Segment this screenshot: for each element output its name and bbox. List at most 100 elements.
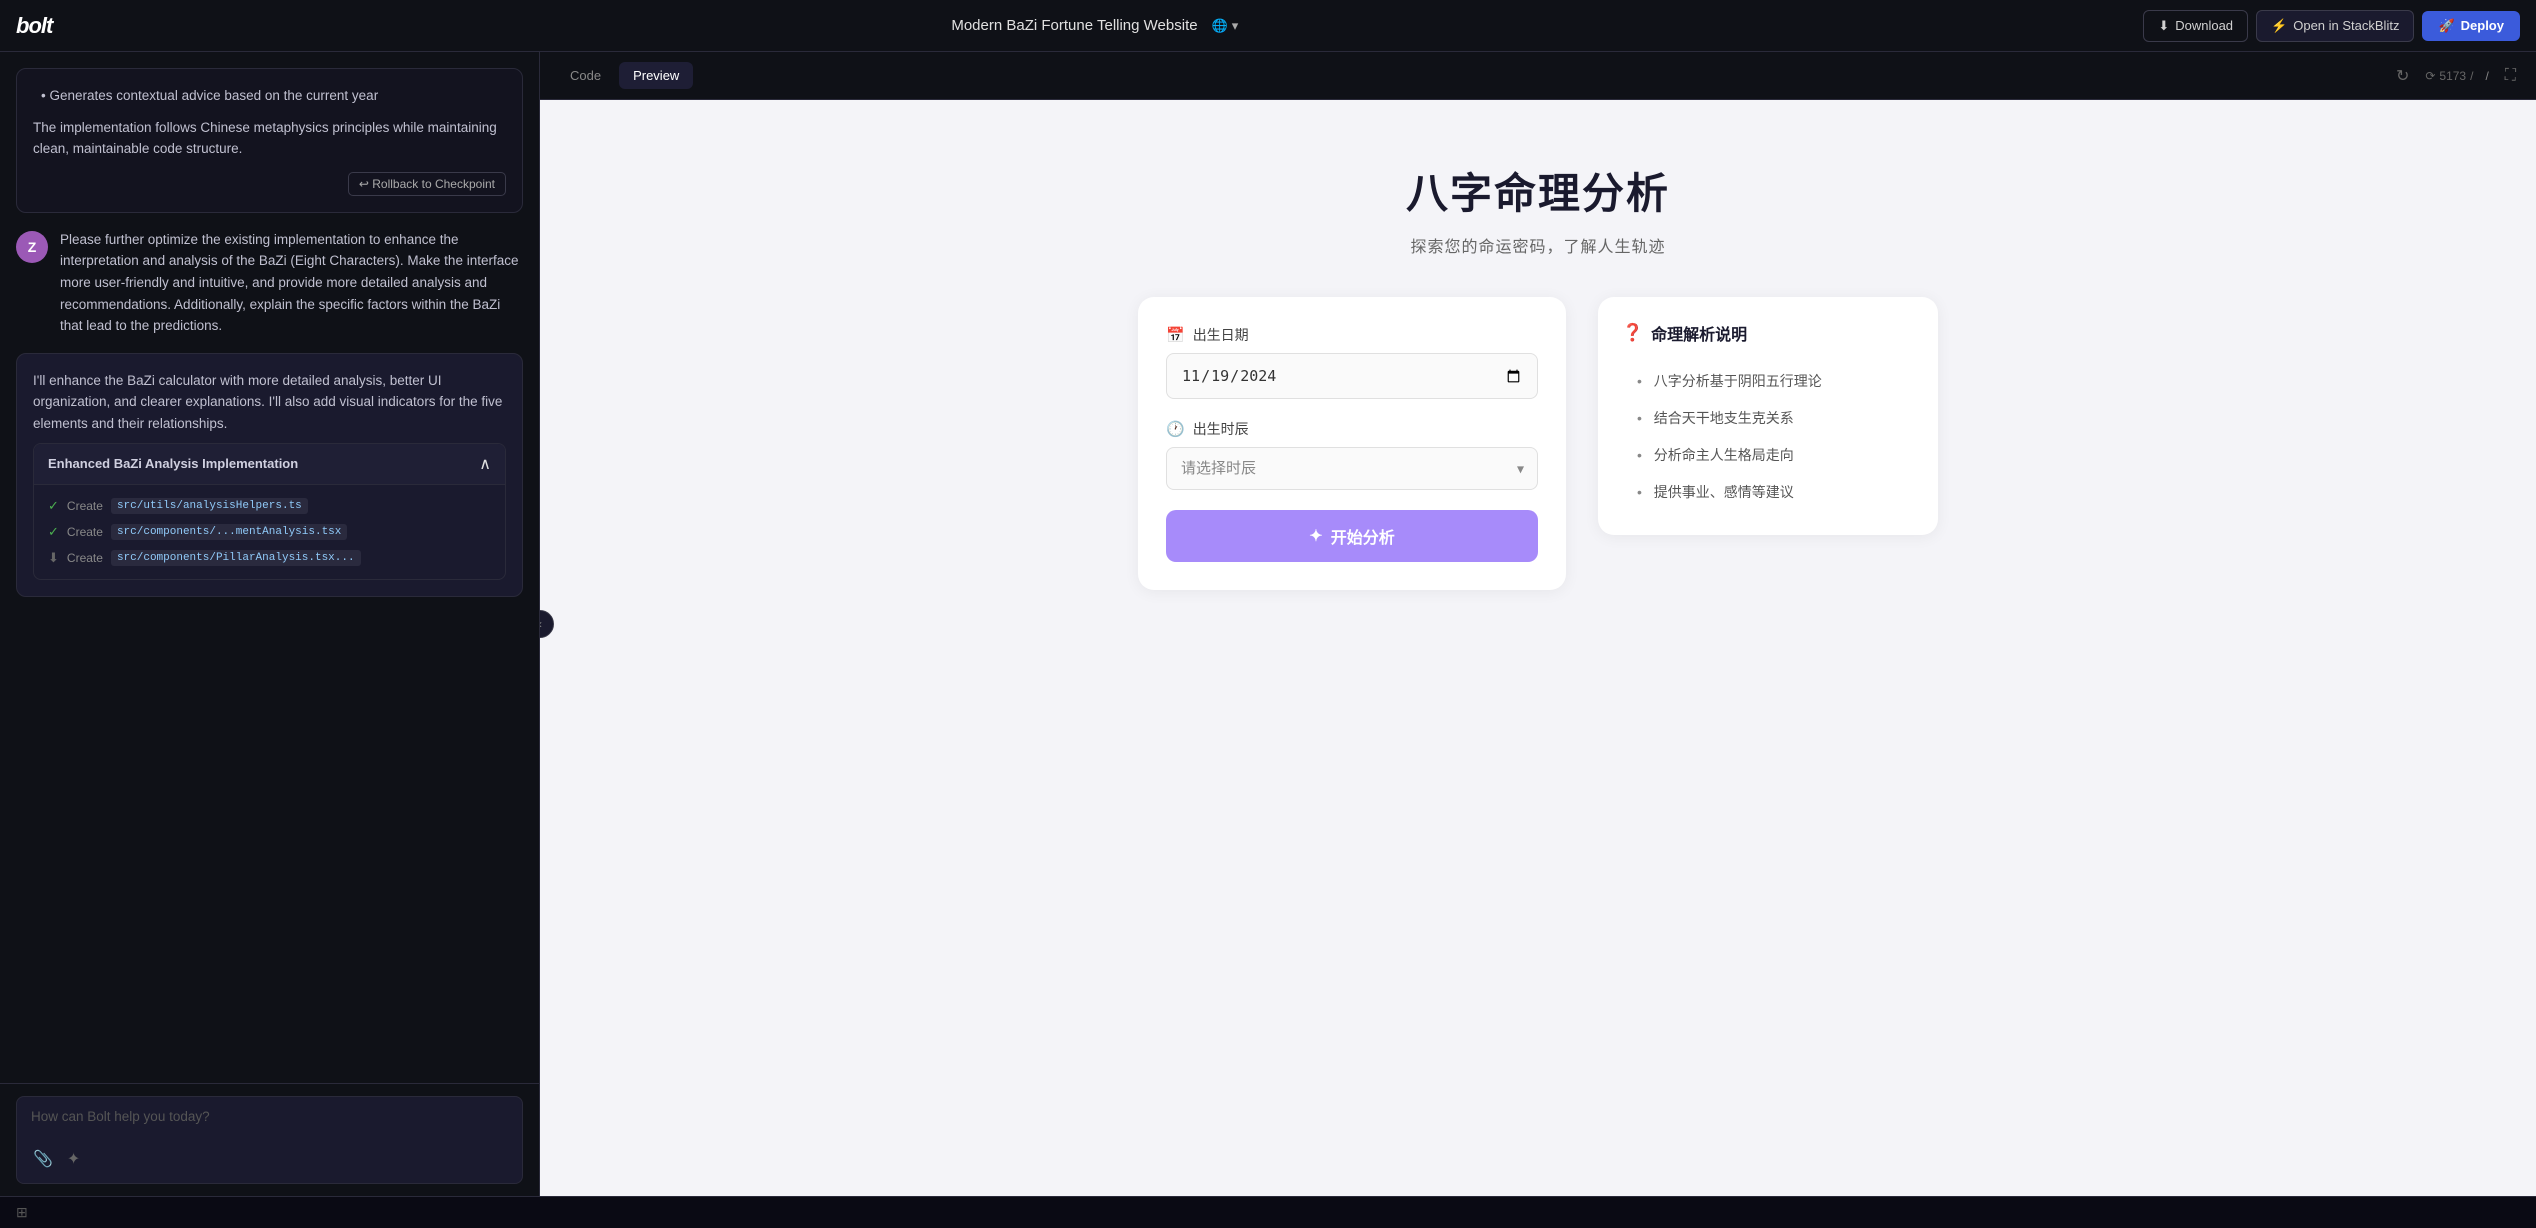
bazi-form-card: 📅 出生日期 🕐 出生时辰 xyxy=(1138,297,1566,590)
info-title-icon: ❓ xyxy=(1622,323,1643,343)
user-text: Please further optimize the existing imp… xyxy=(60,229,523,337)
token-separator: / xyxy=(2470,69,2473,83)
chat-input-area: 📎 ✦ xyxy=(0,1083,539,1196)
tab-code[interactable]: Code xyxy=(556,62,615,89)
lightning-icon: ⚡ xyxy=(2271,18,2287,34)
date-icon: 📅 xyxy=(1166,326,1185,344)
stackblitz-button[interactable]: ⚡ Open in StackBlitz xyxy=(2256,10,2414,42)
date-input[interactable] xyxy=(1166,353,1538,399)
implementation-block: Enhanced BaZi Analysis Implementation ∧ … xyxy=(33,443,506,580)
download-icon: ⬇ xyxy=(2158,18,2169,34)
implementation-header[interactable]: Enhanced BaZi Analysis Implementation ∧ xyxy=(34,444,505,485)
token-value: 5173 xyxy=(2439,69,2466,83)
download-button[interactable]: ⬇ Download xyxy=(2143,10,2248,42)
chat-input-box: 📎 ✦ xyxy=(16,1096,523,1184)
ai-response-text: I'll enhance the BaZi calculator with mo… xyxy=(33,370,506,435)
chevron-down-icon: ▾ xyxy=(1232,18,1239,34)
preview-panel-wrapper: ‹ Code Preview ↻ ⟳ xyxy=(540,52,2536,1196)
bazi-info-card: ❓ 命理解析说明 八字分析基于阴阳五行理论 结合天干地支生克关系 分析命主人生格… xyxy=(1598,297,1938,535)
bolt-logo: bolt xyxy=(16,13,52,39)
attachment-icon: 📎 xyxy=(33,1151,53,1168)
topbar-center: Modern BaZi Fortune Telling Website 🌐 ▾ xyxy=(951,14,1244,38)
download-label: Download xyxy=(2175,18,2233,33)
bottom-bar: ⊞ xyxy=(0,1196,2536,1228)
chat-input-bottom: 📎 ✦ xyxy=(31,1147,508,1171)
analyze-button[interactable]: ✦ 开始分析 xyxy=(1166,510,1538,562)
chat-input[interactable] xyxy=(31,1109,508,1139)
assistant-message-1: Generates contextual advice based on the… xyxy=(16,68,523,213)
preview-toolbar-right: ↻ ⟳ 5173 / / ⛶ xyxy=(2392,62,2520,90)
time-select-wrapper: 请选择时辰 子时 (23:00-01:00) 丑时 (01:00-03:00) … xyxy=(1166,447,1538,490)
impl-item-1: ✓ Create src/utils/analysisHelpers.ts xyxy=(48,493,491,519)
rocket-icon: 🚀 xyxy=(2438,18,2454,34)
refresh-icon: ↻ xyxy=(2396,68,2409,85)
bazi-container: 八字命理分析 探索您的命运密码，了解人生轨迹 📅 出生日期 xyxy=(1138,140,1938,590)
analyze-label: 开始分析 xyxy=(1331,524,1395,548)
preview-tabs: Code Preview xyxy=(556,62,693,89)
info-item-3: 分析命主人生格局走向 xyxy=(1622,437,1914,474)
chat-input-icons: 📎 ✦ xyxy=(31,1147,82,1171)
ai-response-block: I'll enhance the BaZi calculator with mo… xyxy=(16,353,523,597)
chat-panel: Generates contextual advice based on the… xyxy=(0,52,540,1196)
url-bar: / xyxy=(2485,69,2488,83)
analyze-icon: ✦ xyxy=(1309,526,1322,546)
time-select[interactable]: 请选择时辰 子时 (23:00-01:00) 丑时 (01:00-03:00) … xyxy=(1166,447,1538,490)
stackblitz-label: Open in StackBlitz xyxy=(2293,18,2399,33)
expand-button[interactable]: ⛶ xyxy=(2501,63,2520,89)
preview-content: 八字命理分析 探索您的命运密码，了解人生轨迹 📅 出生日期 xyxy=(540,100,2536,1196)
user-message: Z Please further optimize the existing i… xyxy=(16,229,523,337)
attachment-button[interactable]: 📎 xyxy=(31,1147,55,1171)
info-card-title: ❓ 命理解析说明 xyxy=(1622,321,1914,345)
impl-item-2: ✓ Create src/components/...mentAnalysis.… xyxy=(48,519,491,545)
file-path-3: src/components/PillarAnalysis.tsx... xyxy=(111,550,361,566)
rollback-button[interactable]: ↩ Rollback to Checkpoint xyxy=(348,172,506,196)
time-icon: 🕐 xyxy=(1166,420,1185,438)
info-item-4: 提供事业、感情等建议 xyxy=(1622,474,1914,511)
chat-messages: Generates contextual advice based on the… xyxy=(0,52,539,1083)
globe-icon: 🌐 xyxy=(1212,18,1228,34)
file-path-1: src/utils/analysisHelpers.ts xyxy=(111,498,308,514)
globe-button[interactable]: 🌐 ▾ xyxy=(1206,14,1245,38)
token-icon: ⟳ xyxy=(2425,69,2435,83)
token-count: ⟳ 5173 / xyxy=(2425,69,2473,83)
bazi-header: 八字命理分析 探索您的命运密码，了解人生轨迹 xyxy=(1138,140,1938,257)
preview-panel: Code Preview ↻ ⟳ 5173 / / xyxy=(540,52,2536,1196)
topbar-right: ⬇ Download ⚡ Open in StackBlitz 🚀 Deploy xyxy=(2143,10,2520,42)
avatar: Z xyxy=(16,231,48,263)
rollback-label: ↩ Rollback to Checkpoint xyxy=(359,177,495,191)
tab-preview[interactable]: Preview xyxy=(619,62,693,89)
sparkle-icon: ✦ xyxy=(67,1151,80,1168)
deploy-label: Deploy xyxy=(2461,18,2504,33)
date-label-text: 出生日期 xyxy=(1193,325,1249,345)
time-field: 🕐 出生时辰 请选择时辰 子时 (23:00-01:00) 丑时 (01:00-… xyxy=(1166,419,1538,490)
bazi-title: 八字命理分析 xyxy=(1138,160,1938,221)
grid-icon[interactable]: ⊞ xyxy=(16,1204,28,1221)
info-item-2: 结合天干地支生克关系 xyxy=(1622,400,1914,437)
time-label: 🕐 出生时辰 xyxy=(1166,419,1538,439)
date-label: 📅 出生日期 xyxy=(1166,325,1538,345)
date-field: 📅 出生日期 xyxy=(1166,325,1538,399)
assistant-paragraph: The implementation follows Chinese metap… xyxy=(33,117,506,160)
check-icon-2: ✓ xyxy=(48,524,59,540)
assistant-bullet: Generates contextual advice based on the… xyxy=(33,85,506,107)
expand-icon: ⛶ xyxy=(2505,67,2516,84)
file-path-2: src/components/...mentAnalysis.tsx xyxy=(111,524,347,540)
collapse-icon: ∧ xyxy=(479,454,491,474)
check-icon-1: ✓ xyxy=(48,498,59,514)
rollback-row: ↩ Rollback to Checkpoint xyxy=(33,172,506,196)
info-title-text: 命理解析说明 xyxy=(1651,321,1747,345)
info-item-1: 八字分析基于阴阳五行理论 xyxy=(1622,363,1914,400)
topbar: bolt Modern BaZi Fortune Telling Website… xyxy=(0,0,2536,52)
deploy-button[interactable]: 🚀 Deploy xyxy=(2422,11,2520,41)
impl-item-3: ⬇ Create src/components/PillarAnalysis.t… xyxy=(48,545,491,571)
bazi-subtitle: 探索您的命运密码，了解人生轨迹 xyxy=(1138,233,1938,257)
refresh-button[interactable]: ↻ xyxy=(2392,62,2413,90)
main-layout: Generates contextual advice based on the… xyxy=(0,52,2536,1196)
impl-title: Enhanced BaZi Analysis Implementation xyxy=(48,456,298,471)
topbar-left: bolt xyxy=(16,13,52,39)
time-label-text: 出生时辰 xyxy=(1193,419,1249,439)
progress-icon-3: ⬇ xyxy=(48,550,59,566)
sparkle-button[interactable]: ✦ xyxy=(65,1147,82,1171)
preview-toolbar: Code Preview ↻ ⟳ 5173 / / xyxy=(540,52,2536,100)
bazi-main: 📅 出生日期 🕐 出生时辰 xyxy=(1138,297,1938,590)
